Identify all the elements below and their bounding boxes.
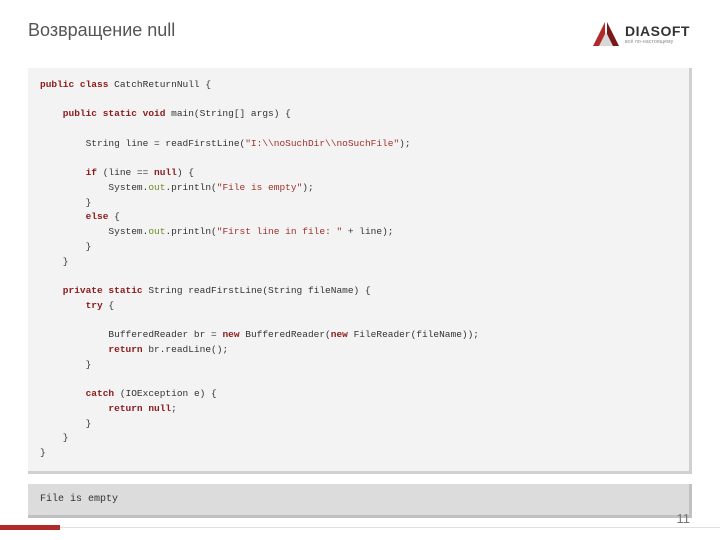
page-number: 11 — [677, 511, 691, 526]
accent-bar — [0, 525, 60, 530]
logo-subtitle: всё по-настоящему — [625, 39, 673, 45]
logo-mark-icon — [591, 20, 621, 48]
output-block: File is empty — [28, 484, 692, 518]
logo-text: DIASOFT — [625, 23, 690, 39]
footer-divider — [0, 527, 720, 528]
code-block: public class CatchReturnNull { public st… — [28, 68, 692, 474]
brand-logo: DIASOFT всё по-настоящему — [591, 20, 690, 48]
slide-title: Возвращение null — [28, 20, 175, 41]
